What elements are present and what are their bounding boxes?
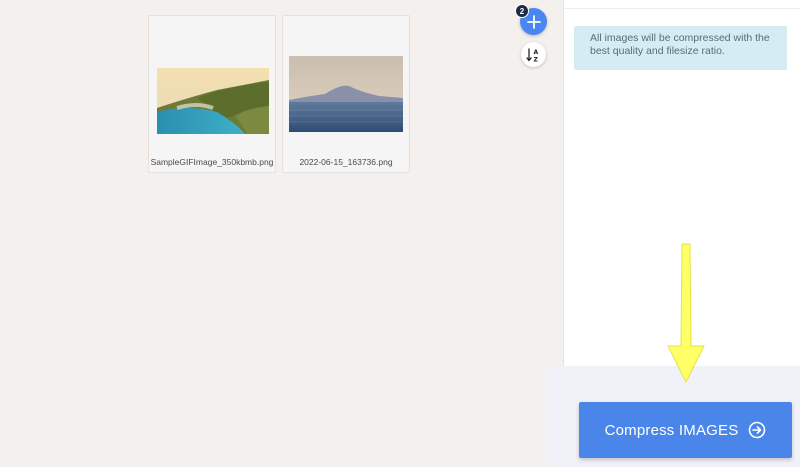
compress-button-label: Compress IMAGES: [604, 421, 739, 439]
compress-images-button[interactable]: Compress IMAGES: [579, 402, 792, 458]
divider: [564, 8, 800, 9]
file-card[interactable]: SampleGIFImage_350kbmb.png: [148, 15, 276, 173]
svg-text:A: A: [533, 49, 538, 56]
file-workspace: SampleGIFImage_350kbmb.png 2022-06-15_16…: [0, 0, 563, 467]
file-card[interactable]: 2022-06-15_163736.png: [282, 15, 410, 173]
sort-az-icon: A Z: [525, 47, 538, 63]
compression-info-message: All images will be compressed with the b…: [574, 26, 787, 70]
plus-icon: [526, 14, 541, 29]
file-thumbnail: [289, 56, 403, 132]
svg-text:Z: Z: [533, 56, 538, 63]
file-thumbnail: [157, 68, 269, 134]
file-count-badge: 2: [515, 4, 529, 18]
file-name: SampleGIFImage_350kbmb.png: [150, 157, 274, 167]
arrow-right-circle-icon: [749, 421, 766, 439]
sort-files-button[interactable]: A Z: [521, 42, 546, 67]
file-name: 2022-06-15_163736.png: [299, 157, 393, 167]
